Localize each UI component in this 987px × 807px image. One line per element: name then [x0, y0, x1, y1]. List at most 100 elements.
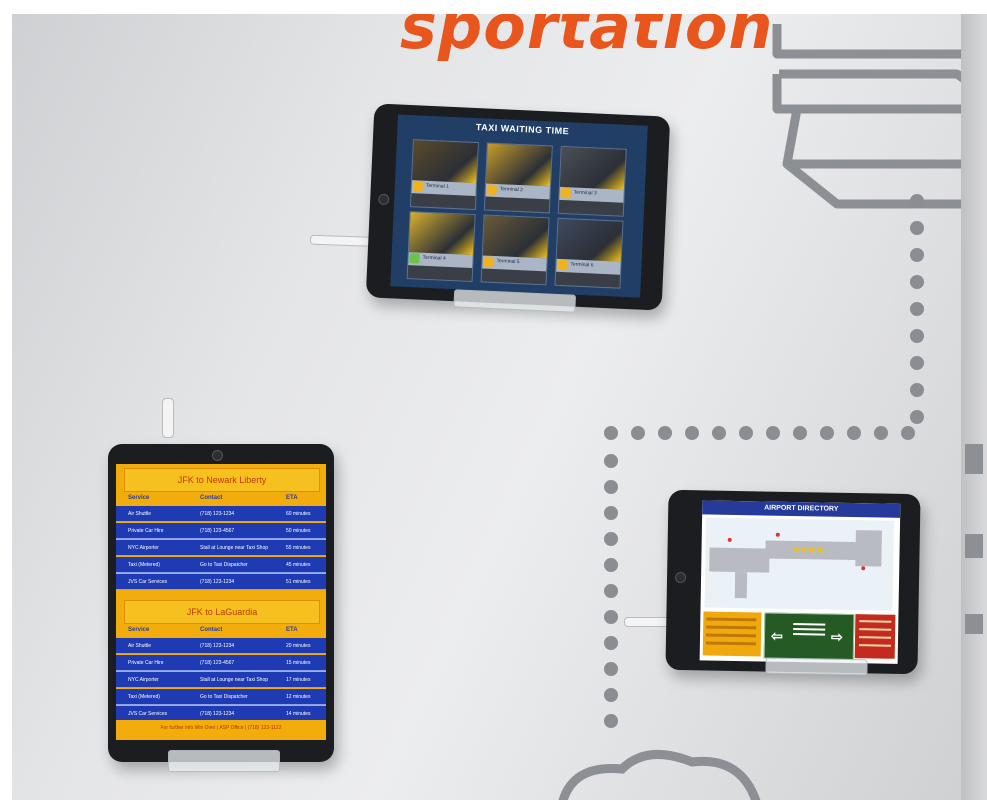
wall-dot [910, 383, 924, 397]
wall-dot [820, 426, 834, 440]
map-gate [793, 547, 799, 553]
directory-panel-center: ⇦ ⇨ [763, 612, 855, 661]
directory-panel-left [702, 611, 762, 657]
wall-dot [910, 248, 924, 262]
tile-label: Terminal 1 [425, 182, 450, 190]
schedule-tablet: JFK to Newark Liberty Service Contact ET… [108, 444, 334, 772]
map-gate [817, 547, 823, 553]
taxi-tile[interactable]: Terminal 4 [406, 211, 476, 283]
table-row: Private Car Hire (718) 123-4567 50 minutes [116, 523, 326, 539]
tile-label: Terminal 6 [570, 261, 594, 269]
contact-cell: (718) 123-4567 [200, 528, 235, 534]
map-wing [855, 530, 882, 567]
wall-dot [604, 506, 618, 520]
wall-dot [604, 480, 618, 494]
directory-panel-right [854, 614, 896, 659]
tablet-camera [674, 571, 687, 584]
table-row: Taxi (Metered) Go to Taxi Dispatcher 45 mi… [116, 557, 326, 573]
eta-cell: 51 minutes [286, 579, 311, 585]
wall-dot [847, 426, 861, 440]
arrow-right-icon: ⇨ [830, 628, 843, 645]
taxi-screen: TAXI WAITING TIME Terminal 1 Terminal 2 Te… [390, 114, 648, 298]
booth-wall: sportation TAXI WAITING TIME Terminal 1T… [12, 14, 974, 800]
map-marker [727, 537, 732, 542]
section2-header: Service Contact ETA [116, 624, 326, 636]
wall-dot [685, 426, 699, 440]
wall-headline: sportation [400, 14, 774, 63]
booth-edge [961, 14, 987, 800]
contact-cell: (718) 123-4567 [200, 660, 235, 666]
tablet-camera [212, 450, 223, 461]
status-indicator [557, 259, 568, 271]
taxi-photo [482, 215, 549, 259]
wall-dot [604, 426, 618, 440]
eta-cell: 12 minutes [286, 694, 311, 700]
airport-map [704, 517, 895, 611]
taxi-photo [486, 143, 552, 187]
directory-screen: AIRPORT DIRECTORY ⇦ ⇨ [699, 500, 901, 664]
shelf [965, 614, 983, 634]
tile-label: Terminal 2 [499, 186, 523, 194]
taxi-photo [556, 218, 623, 262]
arrow-left-icon: ⇦ [770, 627, 783, 644]
wall-dot [604, 610, 618, 624]
tile-label: Terminal 5 [496, 258, 520, 266]
wall-dot [901, 426, 915, 440]
header-service: Service [128, 495, 150, 501]
wall-dot [910, 221, 924, 235]
wall-dot [910, 275, 924, 289]
eta-cell: 55 minutes [286, 545, 311, 551]
map-gate [809, 547, 815, 553]
status-indicator [412, 181, 424, 192]
service-cell: NYC Airporter [128, 677, 159, 683]
wall-dot [910, 356, 924, 370]
wall-dot [604, 584, 618, 598]
taxi-tablet: TAXI WAITING TIME Terminal 1 Terminal 2 Te… [365, 103, 671, 313]
wall-dot [604, 662, 618, 676]
service-cell: Private Car Hire [128, 660, 164, 666]
eta-cell: 17 minutes [286, 677, 311, 683]
status-indicator [560, 187, 571, 199]
tablet-camera [377, 193, 390, 206]
header-contact: Contact [200, 627, 223, 633]
wall-dot [910, 302, 924, 316]
wall-dot [604, 558, 618, 572]
taxi-tile[interactable]: Terminal 6 [554, 217, 624, 289]
taxi-tile[interactable]: Terminal 1 [409, 139, 479, 211]
map-marker [861, 566, 866, 571]
header-eta: ETA [286, 627, 298, 633]
taxi-tile[interactable]: Terminal 2 [483, 142, 553, 214]
eta-cell: 50 minutes [286, 528, 311, 534]
table-row: NYC Airporter Stall at Lounge near Taxi S… [116, 672, 326, 688]
tablet-stand [765, 657, 868, 676]
schedule-footer: For further info Win Over | ASP Office |… [116, 720, 326, 736]
map-pier [734, 571, 748, 599]
header-service: Service [128, 627, 150, 633]
contact-cell: Stall at Lounge near Taxi Shop [200, 677, 269, 683]
section1-header: Service Contact ETA [116, 492, 326, 504]
section2-title: JFK to LaGuardia [124, 600, 320, 624]
directory-title: AIRPORT DIRECTORY [702, 500, 901, 518]
wall-dot [874, 426, 888, 440]
wall-dot [739, 426, 753, 440]
contact-cell: Go to Taxi Dispatcher [200, 562, 248, 568]
tablet-stand [168, 750, 280, 772]
eta-cell: 20 minutes [286, 643, 311, 649]
taxi-outline-graphic [772, 24, 974, 209]
map-marker [775, 532, 780, 537]
table-row: Private Car Hire (718) 123-4567 15 minutes [116, 655, 326, 671]
taxi-tile[interactable]: Terminal 3 [557, 145, 627, 217]
eta-cell: 45 minutes [286, 562, 311, 568]
taxi-tile[interactable]: Terminal 5 [480, 214, 550, 286]
wall-dot [604, 454, 618, 468]
wall-dot [658, 426, 672, 440]
table-row: Air Shuttle (718) 123-1234 60 minutes [116, 506, 326, 522]
service-cell: Air Shuttle [128, 511, 152, 517]
shelf [965, 534, 983, 558]
directory-tablet: AIRPORT DIRECTORY ⇦ ⇨ [665, 489, 921, 676]
wall-dot [604, 532, 618, 546]
cloud-outline-graphic [558, 749, 761, 800]
wall-dot [910, 329, 924, 343]
service-cell: JVS Car Services [128, 579, 168, 585]
service-cell: Taxi (Metered) [128, 562, 160, 568]
